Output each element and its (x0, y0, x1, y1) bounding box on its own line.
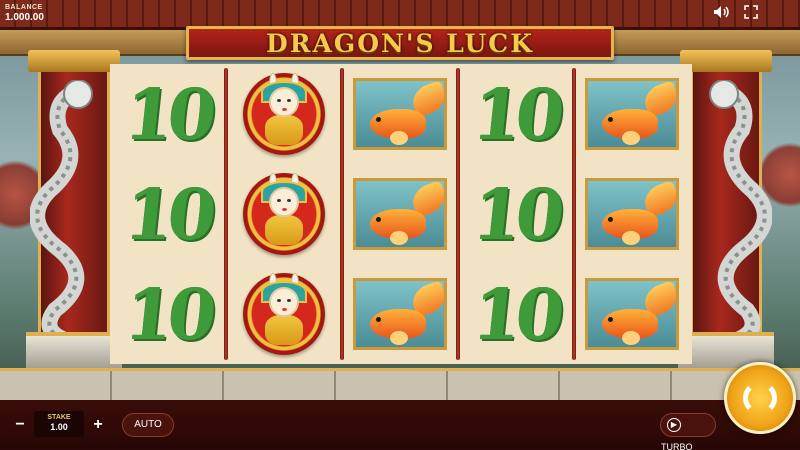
reel-cell: 10 (110, 64, 226, 164)
title-banner: DRAGON'S LUCK (186, 26, 614, 60)
reel-divider (456, 68, 460, 360)
reel-cell (342, 264, 458, 364)
symbol-koi-icon (353, 278, 447, 350)
symbol-ten: 10 (120, 272, 216, 356)
reel-divider (224, 68, 228, 360)
fullscreen-icon[interactable] (742, 5, 760, 21)
turbo-label: TURBO (661, 442, 693, 450)
reel-cell: 10 (458, 264, 574, 364)
game-title: DRAGON'S LUCK (266, 28, 534, 58)
symbol-ten: 10 (468, 272, 564, 356)
stake-increase-button[interactable]: + (86, 413, 110, 437)
reel-cell (226, 164, 342, 264)
stake-label: STAKE (47, 414, 71, 421)
reel-grid: 10 10 10 10 10 10 (110, 64, 692, 364)
reel-cell (226, 264, 342, 364)
reel-3 (342, 64, 458, 364)
stake-display: STAKE 1.00 (34, 411, 84, 437)
stake-decrease-button[interactable]: − (8, 413, 32, 437)
balance-label: BALANCE (5, 4, 43, 11)
turbo-button[interactable]: ▶ TURBO (660, 413, 716, 450)
reel-cell (574, 264, 690, 364)
reel-cell (574, 164, 690, 264)
symbol-koi-icon (353, 178, 447, 250)
auto-button[interactable]: AUTO (122, 413, 174, 437)
symbol-ten: 10 (120, 172, 216, 256)
symbol-koi-icon (585, 78, 679, 150)
symbol-koi-icon (353, 78, 447, 150)
symbol-doll-icon (243, 73, 325, 155)
reel-cell (342, 64, 458, 164)
symbol-ten: 10 (120, 72, 216, 156)
reel-5 (574, 64, 690, 364)
reel-4: 10 10 10 (458, 64, 574, 364)
symbol-koi-icon (585, 178, 679, 250)
dragon-statue-right-icon (709, 80, 772, 348)
reel-cell (342, 164, 458, 264)
symbol-ten: 10 (468, 172, 564, 256)
speaker-icon[interactable] (712, 5, 730, 21)
symbol-doll-icon (243, 173, 325, 255)
reel-cell (574, 64, 690, 164)
turbo-play-icon: ▶ (667, 418, 681, 432)
symbol-koi-icon (585, 278, 679, 350)
spin-arrows-icon (743, 381, 777, 415)
dragon-statue-left-icon (30, 80, 93, 348)
reel-cell (226, 64, 342, 164)
balance-value: 1.000.00 (5, 12, 44, 23)
stake-value: 1.00 (50, 422, 68, 432)
temple-floor (0, 368, 800, 402)
reel-divider (340, 68, 344, 360)
symbol-doll-icon (243, 273, 325, 355)
reel-cell: 10 (458, 164, 574, 264)
reel-1: 10 10 10 (110, 64, 226, 364)
reel-cell: 10 (110, 264, 226, 364)
reel-2 (226, 64, 342, 364)
pillar-base-left (26, 332, 122, 372)
reel-divider (572, 68, 576, 360)
game-scene: DRAGON'S LUCK BALANCE 1.000.00 10 10 10 10 1… (0, 0, 800, 450)
reel-cell: 10 (110, 164, 226, 264)
pillar-cap-left (28, 50, 120, 72)
symbol-ten: 10 (468, 72, 564, 156)
spin-button[interactable] (724, 362, 796, 434)
pillar-cap-right (680, 50, 772, 72)
reel-cell: 10 (458, 64, 574, 164)
